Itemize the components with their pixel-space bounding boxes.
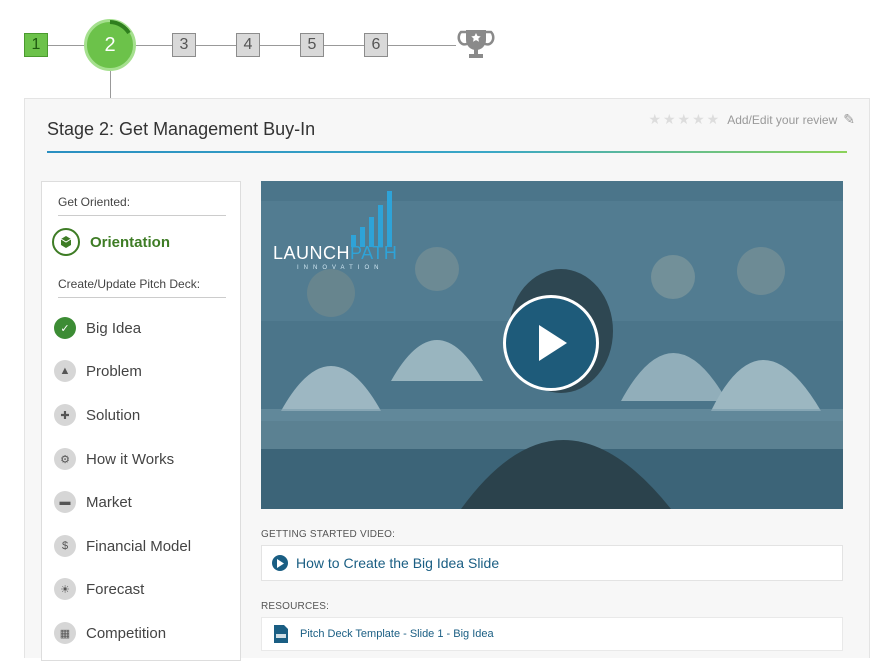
sidebar-item-label: Forecast	[86, 580, 145, 598]
getting-started-label: GETTING STARTED VIDEO:	[261, 529, 396, 540]
bandage-icon: ✚	[54, 404, 76, 426]
step-4[interactable]: 4	[236, 33, 260, 57]
step-3[interactable]: 3	[172, 33, 196, 57]
play-button[interactable]	[503, 295, 599, 391]
step-1[interactable]: 1	[24, 33, 48, 57]
step-6[interactable]: 6	[364, 33, 388, 57]
rating-stars[interactable]: ★★★★★	[648, 111, 721, 128]
pencil-icon[interactable]: ✎	[843, 111, 855, 128]
sidebar-item-solution[interactable]: ✚ Solution	[54, 399, 234, 431]
sidebar-item-label: How it Works	[86, 450, 175, 468]
gear-icon: ⚙	[54, 448, 76, 470]
warning-icon: ▲	[54, 360, 76, 382]
step-progress-arc	[109, 20, 131, 35]
sidebar-item-label: Big Idea	[86, 319, 142, 337]
sidebar-item-label: Competition	[86, 624, 167, 642]
title-divider	[47, 151, 847, 153]
sidebar-item-label: Orientation	[90, 233, 171, 251]
sun-icon: ☀	[54, 578, 76, 600]
resources-label: RESOURCES:	[261, 601, 330, 612]
resource-link[interactable]: Pitch Deck Template - Slide 1 - Big Idea	[261, 617, 843, 651]
stage-panel: Stage 2: Get Management Buy-In ★★★★★ Add…	[24, 98, 870, 661]
sidebar-heading-oriented: Get Oriented:	[58, 195, 226, 216]
sidebar-item-how-it-works[interactable]: ⚙ How it Works	[54, 443, 234, 475]
launchpath-logo: LAUNCHPATH	[273, 243, 398, 263]
check-icon: ✓	[54, 317, 76, 339]
orientation-icon	[52, 228, 80, 256]
sidebar-item-big-idea[interactable]: ✓ Big Idea	[54, 312, 234, 344]
store-icon: ▬	[54, 491, 76, 513]
pdf-icon	[274, 625, 288, 643]
stage-stepper: 1 2 3 4 5 6	[0, 0, 896, 100]
sidebar-item-label: Problem	[86, 362, 142, 380]
sidebar-item-forecast[interactable]: ☀ Forecast	[54, 573, 234, 605]
sidebar-item-label: Market	[86, 493, 132, 511]
review-link[interactable]: Add/Edit your review	[727, 113, 837, 127]
step-5[interactable]: 5	[300, 33, 324, 57]
sidebar-item-label: Financial Model	[86, 537, 192, 555]
building-icon: ▦	[54, 622, 76, 644]
play-icon	[539, 325, 567, 361]
sidebar-item-financial-model[interactable]: $ Financial Model	[54, 530, 234, 562]
sidebar-item-label: Solution	[86, 406, 141, 424]
launchpath-logo-bars	[351, 191, 392, 247]
trophy-icon[interactable]	[456, 24, 496, 64]
launchpath-logo-tagline: INNOVATION	[297, 265, 384, 271]
video-link[interactable]: How to Create the Big Idea Slide	[261, 545, 843, 581]
sidebar-item-market[interactable]: ▬ Market	[54, 486, 234, 518]
video-player[interactable]: LAUNCHPATH INNOVATION	[261, 181, 843, 509]
sidebar-item-orientation[interactable]: Orientation	[52, 226, 232, 258]
sidebar-item-problem[interactable]: ▲ Problem	[54, 355, 234, 387]
dollar-icon: $	[54, 535, 76, 557]
review-control[interactable]: ★★★★★ Add/Edit your review ✎	[648, 111, 855, 128]
sidebar-heading-pitch: Create/Update Pitch Deck:	[58, 277, 226, 298]
page-title: Stage 2: Get Management Buy-In	[47, 119, 316, 139]
sidebar: Get Oriented: Orientation Create/Update …	[41, 181, 241, 661]
resource-link-label: Pitch Deck Template - Slide 1 - Big Idea	[300, 628, 494, 640]
step-connector-line	[110, 71, 111, 100]
video-link-label: How to Create the Big Idea Slide	[296, 555, 500, 571]
sidebar-item-competition[interactable]: ▦ Competition	[54, 617, 234, 649]
play-circle-icon	[272, 555, 288, 571]
